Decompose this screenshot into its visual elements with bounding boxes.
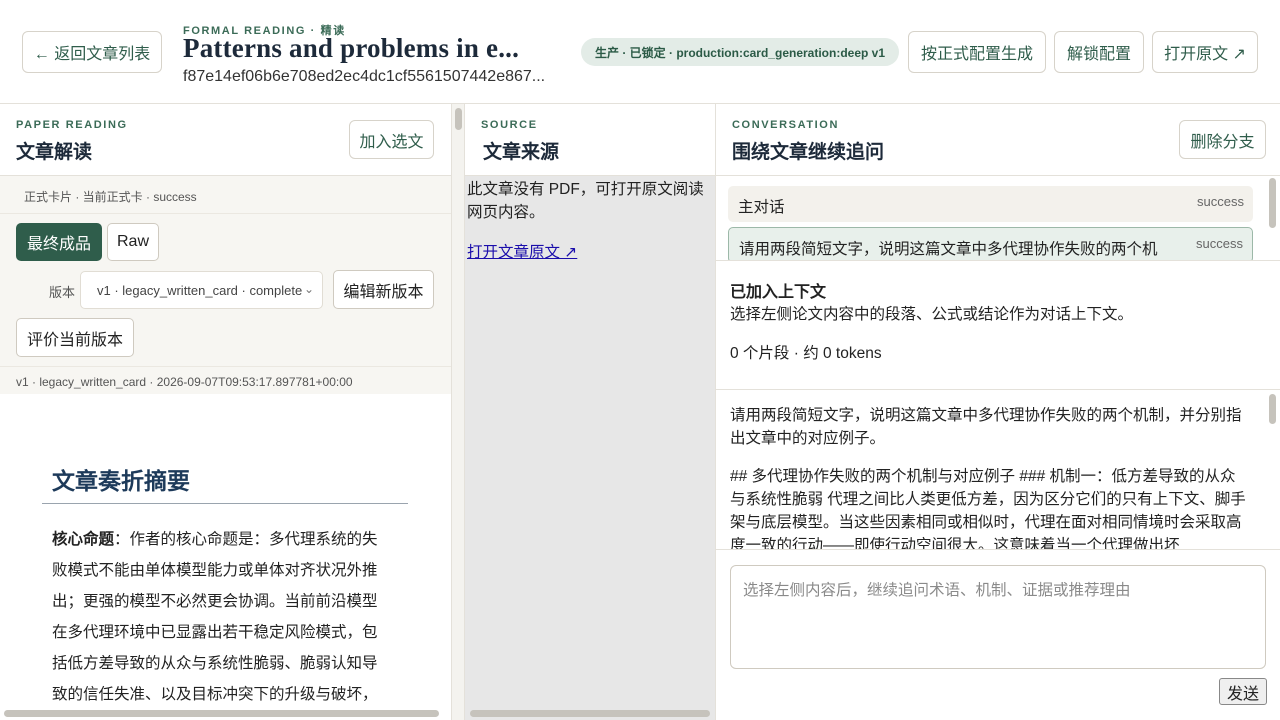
mid-horizontal-scrollbar[interactable] (465, 706, 715, 720)
panel-eyebrow: CONVERSATION (732, 119, 840, 131)
delete-branch-button[interactable]: 删除分支 (1179, 120, 1266, 159)
thread-status: success (1196, 236, 1243, 251)
thread-status: success (1197, 194, 1244, 209)
assistant-message: ## 多代理协作失败的两个机制与对应例子 ### 机制一：低方差导致的从众与系统… (730, 468, 1246, 550)
send-button[interactable]: 发送 (1219, 678, 1267, 705)
conversation-panel: CONVERSATION 围绕文章继续追问 删除分支 主对话 success 请… (715, 104, 1280, 720)
unlock-config-button[interactable]: 解锁配置 (1054, 31, 1144, 73)
panel-title: 围绕文章继续追问 (732, 142, 885, 163)
left-horizontal-scrollbar[interactable] (0, 706, 451, 720)
paper-reading-panel: PAPER READING 文章解读 加入选文 正式卡片 · 当前正式卡 · s… (0, 104, 451, 720)
no-pdf-message: 此文章没有 PDF，可打开原文阅读网页内容。 (467, 181, 704, 221)
document-text: ：作者的核心命题是：多代理系统的失败模式不能由单体模型能力或单体对齐状况外推出；… (52, 531, 378, 703)
thread-label: 请用两段简短文字，说明这篇文章中多代理协作失败的两个机 (739, 241, 1158, 258)
context-description: 选择左侧论文内容中的段落、公式或结论作为对话上下文。 (730, 306, 1134, 323)
heading-divider (42, 503, 408, 504)
card-meta: 正式卡片 · 当前正式卡 · success (0, 176, 451, 214)
thread-label: 主对话 (738, 199, 785, 216)
conversation-header: CONVERSATION 围绕文章继续追问 删除分支 (716, 104, 1280, 176)
message-list: 请用两段简短文字，说明这篇文章中多代理协作失败的两个机制，并分别指出文章中的对应… (716, 390, 1280, 550)
thread-list: 主对话 success 请用两段简短文字，说明这篇文章中多代理协作失败的两个机 … (716, 176, 1280, 260)
panel-eyebrow: PAPER READING (16, 119, 128, 131)
version-controls: 最终成品 Raw 版本 v1 · legacy_written_card · c… (0, 214, 451, 366)
panel-eyebrow: SOURCE (481, 119, 538, 131)
left-horizontal-thumb[interactable] (4, 710, 439, 717)
user-message: 请用两段简短文字，说明这篇文章中多代理协作失败的两个机制，并分别指出文章中的对应… (730, 407, 1242, 447)
thread-item[interactable]: 请用两段简短文字，说明这篇文章中多代理协作失败的两个机 success (728, 227, 1253, 260)
paper-reading-header: PAPER READING 文章解读 加入选文 (0, 104, 451, 176)
version-info: v1 · legacy_written_card · 2026-09-07T09… (0, 366, 451, 394)
panel-title: 文章解读 (16, 142, 93, 163)
source-panel: SOURCE 文章来源 此文章没有 PDF，可打开原文阅读网页内容。 打开文章原… (465, 104, 715, 720)
evaluate-version-button[interactable]: 评价当前版本 (16, 318, 134, 357)
add-selection-button[interactable]: 加入选文 (349, 120, 434, 159)
card-document: 文章奏折摘要 核心命题：作者的核心命题是：多代理系统的失败模式不能由单体模型能力… (0, 394, 451, 704)
message-scroll-thumb[interactable] (1269, 394, 1276, 424)
tab-raw[interactable]: Raw (107, 223, 159, 261)
version-select[interactable]: v1 · legacy_written_card · complete ⌄ (80, 271, 323, 309)
mid-horizontal-thumb[interactable] (470, 710, 710, 717)
back-to-list-button[interactable]: ← 返回文章列表 (22, 31, 162, 73)
source-header: SOURCE 文章来源 (465, 104, 715, 176)
config-status-badge: 生产 · 已锁定 · production:card_generation:de… (581, 38, 899, 66)
edit-new-version-button[interactable]: 编辑新版本 (333, 270, 434, 309)
question-input[interactable]: 选择左侧内容后，继续追问术语、机制、证据或推荐理由 (730, 565, 1266, 669)
generate-button[interactable]: 按正式配置生成 (908, 31, 1046, 73)
document-lead: 核心命题 (52, 531, 115, 548)
source-body: 此文章没有 PDF，可打开原文阅读网页内容。 打开文章原文 ↗ (465, 176, 715, 720)
open-original-button[interactable]: 打开原文 ↗ (1152, 31, 1258, 73)
top-header: ← 返回文章列表 FORMAL READING · 精读 Patterns an… (0, 0, 1280, 104)
thread-item[interactable]: 主对话 success (728, 186, 1253, 222)
article-hash: f87e14ef06b6e708ed2ec4dc1cf5561507442e86… (183, 68, 546, 85)
thread-scroll-thumb[interactable] (1269, 178, 1276, 228)
document-heading: 文章奏折摘要 (52, 469, 190, 494)
left-vertical-scrollbar[interactable] (451, 104, 465, 720)
version-label: 版本 (49, 285, 76, 300)
open-article-link[interactable]: 打开文章原文 ↗ (467, 240, 577, 262)
page-title: Patterns and problems in e... (183, 33, 520, 63)
left-vertical-thumb[interactable] (455, 108, 462, 130)
context-title: 已加入上下文 (730, 284, 827, 301)
context-section: 已加入上下文 选择左侧论文内容中的段落、公式或结论作为对话上下文。 0 个片段 … (716, 260, 1280, 390)
tab-final-output[interactable]: 最终成品 (16, 223, 102, 261)
context-count: 0 个片段 · 约 0 tokens (730, 345, 882, 362)
version-select-value: v1 · legacy_written_card · complete (97, 283, 303, 298)
document-body: 核心命题：作者的核心命题是：多代理系统的失败模式不能由单体模型能力或单体对齐状况… (52, 524, 390, 704)
panel-title: 文章来源 (483, 142, 560, 163)
chevron-down-icon: ⌄ (303, 282, 314, 296)
